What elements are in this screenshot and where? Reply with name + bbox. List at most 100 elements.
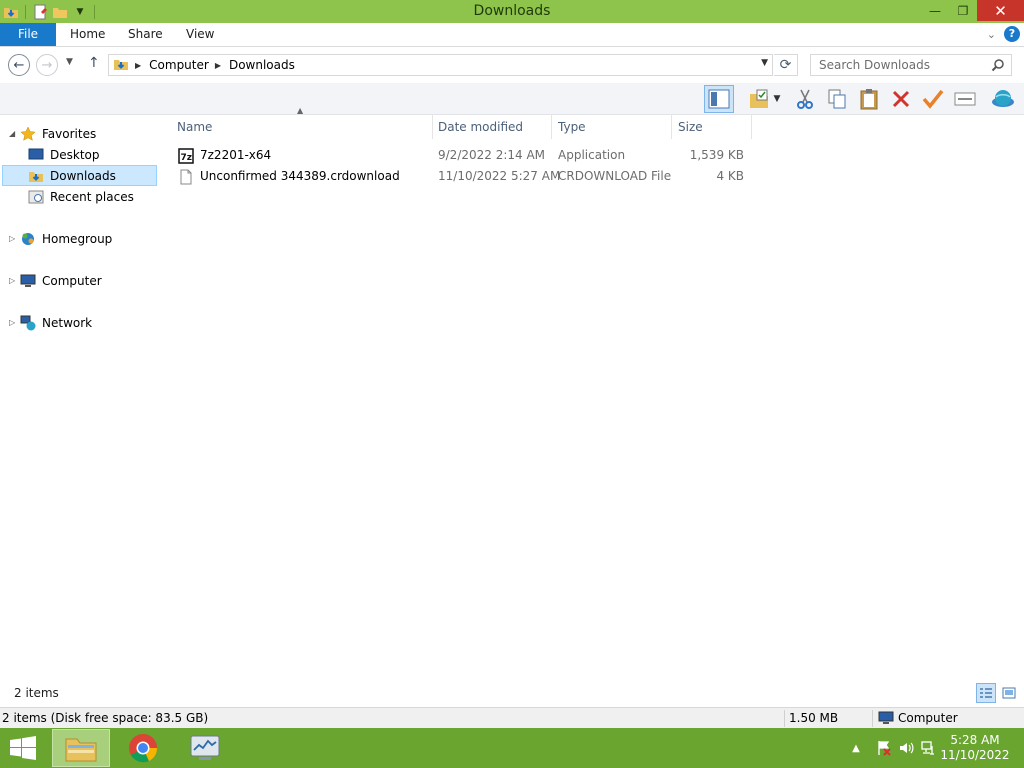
expand-arrow-icon[interactable]: ▷ <box>9 318 15 327</box>
tab-share[interactable]: Share <box>128 23 163 46</box>
address-bar[interactable]: ▶ Computer ▶ Downloads ▼ <box>108 54 773 76</box>
tab-home[interactable]: Home <box>70 23 105 46</box>
refresh-button[interactable]: ⟳ <box>774 54 798 76</box>
command-toolbar: ▼ <box>0 83 1024 115</box>
preview-pane-button[interactable] <box>704 85 734 113</box>
tree-downloads-label: Downloads <box>50 168 116 183</box>
taskbar-file-explorer[interactable] <box>52 729 110 767</box>
column-header-name[interactable]: Name <box>171 115 433 139</box>
collapse-arrow-icon[interactable]: ◢ <box>9 129 15 138</box>
recent-places-icon <box>28 189 44 205</box>
close-button[interactable]: ✕ <box>977 0 1024 21</box>
title-bar: ▼ Downloads — ❐ ✕ <box>0 0 1024 23</box>
recent-locations-chevron-icon[interactable]: ▼ <box>66 57 73 67</box>
network-status-icon[interactable] <box>920 740 936 756</box>
column-header-type[interactable]: Type <box>552 115 672 139</box>
search-placeholder: Search Downloads <box>819 58 930 72</box>
action-center-flag-icon[interactable] <box>876 740 892 756</box>
blank-file-icon <box>178 169 194 185</box>
navigation-pane: ◢ Favorites Desktop Downloads Recent pla… <box>0 115 160 677</box>
delete-button[interactable] <box>886 85 916 113</box>
folder-options-chevron-icon[interactable]: ▼ <box>770 85 784 113</box>
copy-button[interactable] <box>822 85 852 113</box>
back-button[interactable]: ← <box>8 54 30 76</box>
file-size: 1,539 KB <box>689 148 744 162</box>
tab-view[interactable]: View <box>186 23 214 46</box>
tree-network-label: Network <box>42 315 93 330</box>
network-globe-icon[interactable] <box>988 85 1018 113</box>
start-button[interactable] <box>8 736 38 760</box>
tree-downloads[interactable]: Downloads <box>2 165 157 186</box>
window-controls: — ❐ ✕ <box>921 0 1024 21</box>
downloads-folder-icon <box>28 168 44 184</box>
minimize-button[interactable]: — <box>921 0 949 21</box>
tree-recent-places[interactable]: Recent places <box>28 186 156 207</box>
desktop-icon <box>28 148 44 162</box>
computer-icon <box>20 273 36 289</box>
expand-arrow-icon[interactable]: ▷ <box>9 276 15 285</box>
tree-desktop[interactable]: Desktop <box>28 144 156 165</box>
tree-homegroup[interactable]: ▷ Homegroup <box>8 228 156 249</box>
show-hidden-icons-chevron-icon[interactable]: ▲ <box>848 740 864 756</box>
breadcrumb-computer[interactable]: Computer <box>149 58 209 72</box>
large-icons-view-button[interactable] <box>999 683 1019 703</box>
file-size: 4 KB <box>716 169 744 183</box>
properties-button[interactable] <box>950 85 980 113</box>
tree-network[interactable]: ▷ Network <box>8 312 156 333</box>
details-view-button[interactable] <box>976 683 996 703</box>
breadcrumb-downloads[interactable]: Downloads <box>229 58 295 72</box>
breadcrumb-arrow-icon[interactable]: ▶ <box>135 61 141 70</box>
breadcrumb-arrow-icon[interactable]: ▶ <box>215 61 221 70</box>
tree-homegroup-label: Homegroup <box>42 231 113 246</box>
file-name: 7z2201-x64 <box>200 148 272 162</box>
file-explorer-icon <box>65 738 97 762</box>
chrome-icon <box>129 734 158 763</box>
computer-icon <box>878 711 894 724</box>
file-row[interactable]: 7z 7z2201-x64 9/2/2022 2:14 AM Applicati… <box>170 145 760 166</box>
maximize-button[interactable]: ❐ <box>949 0 977 21</box>
expand-arrow-icon[interactable]: ▷ <box>9 234 15 243</box>
ribbon-tabs: File Home Share View ⌄ ? <box>0 23 1024 47</box>
status-location: Computer <box>878 711 958 725</box>
address-row: ← → ▼ ↑ ▶ Computer ▶ Downloads ▼ ⟳ Searc… <box>0 47 1024 83</box>
expand-ribbon-icon[interactable]: ⌄ <box>987 28 996 41</box>
file-row[interactable]: Unconfirmed 344389.crdownload 11/10/2022… <box>170 166 760 187</box>
address-history-chevron-icon[interactable]: ▼ <box>761 58 768 68</box>
tab-file[interactable]: File <box>0 23 56 46</box>
forward-button[interactable]: → <box>36 54 58 76</box>
tree-favorites[interactable]: ◢ Favorites <box>8 123 156 144</box>
search-input[interactable]: Search Downloads <box>810 54 1012 76</box>
cut-button[interactable] <box>790 85 820 113</box>
file-date: 11/10/2022 5:27 AM <box>438 169 561 183</box>
taskbar-chrome[interactable] <box>114 729 172 767</box>
status-detail: 2 items (Disk free space: 83.5 GB) <box>2 711 209 725</box>
tree-computer[interactable]: ▷ Computer <box>8 270 156 291</box>
performance-monitor-icon <box>190 735 220 760</box>
clock-date: 11/10/2022 <box>940 748 1010 762</box>
downloads-folder-icon <box>113 56 129 75</box>
homegroup-icon <box>20 231 36 247</box>
file-list: ▲ Name Date modified Type Size 7z 7z2201… <box>160 106 1024 677</box>
column-header-date-modified[interactable]: Date modified <box>432 115 552 139</box>
window-title: Downloads <box>473 3 551 19</box>
taskbar-clock[interactable]: 5:28 AM 11/10/2022 <box>940 733 1010 763</box>
sort-ascending-icon: ▲ <box>297 106 304 115</box>
paste-button[interactable] <box>854 85 884 113</box>
file-date: 9/2/2022 2:14 AM <box>438 148 546 162</box>
volume-icon[interactable] <box>898 740 914 756</box>
status-size: 1.50 MB <box>789 711 839 725</box>
rename-checkmark-button[interactable] <box>918 85 948 113</box>
status-location-label: Computer <box>898 711 958 725</box>
tree-favorites-label: Favorites <box>42 126 97 141</box>
up-button[interactable]: ↑ <box>88 55 100 71</box>
taskbar-performance-monitor[interactable] <box>176 729 234 767</box>
column-header-size[interactable]: Size <box>672 115 752 139</box>
star-icon <box>20 125 36 142</box>
clock-time: 5:28 AM <box>950 733 1000 747</box>
svg-text:7z: 7z <box>181 153 193 163</box>
help-icon[interactable]: ? <box>1004 26 1020 42</box>
search-icon <box>991 58 1005 75</box>
tree-recent-places-label: Recent places <box>50 189 134 204</box>
file-name: Unconfirmed 344389.crdownload <box>200 169 400 183</box>
status-bar: 2 items (Disk free space: 83.5 GB) 1.50 … <box>0 707 1024 728</box>
